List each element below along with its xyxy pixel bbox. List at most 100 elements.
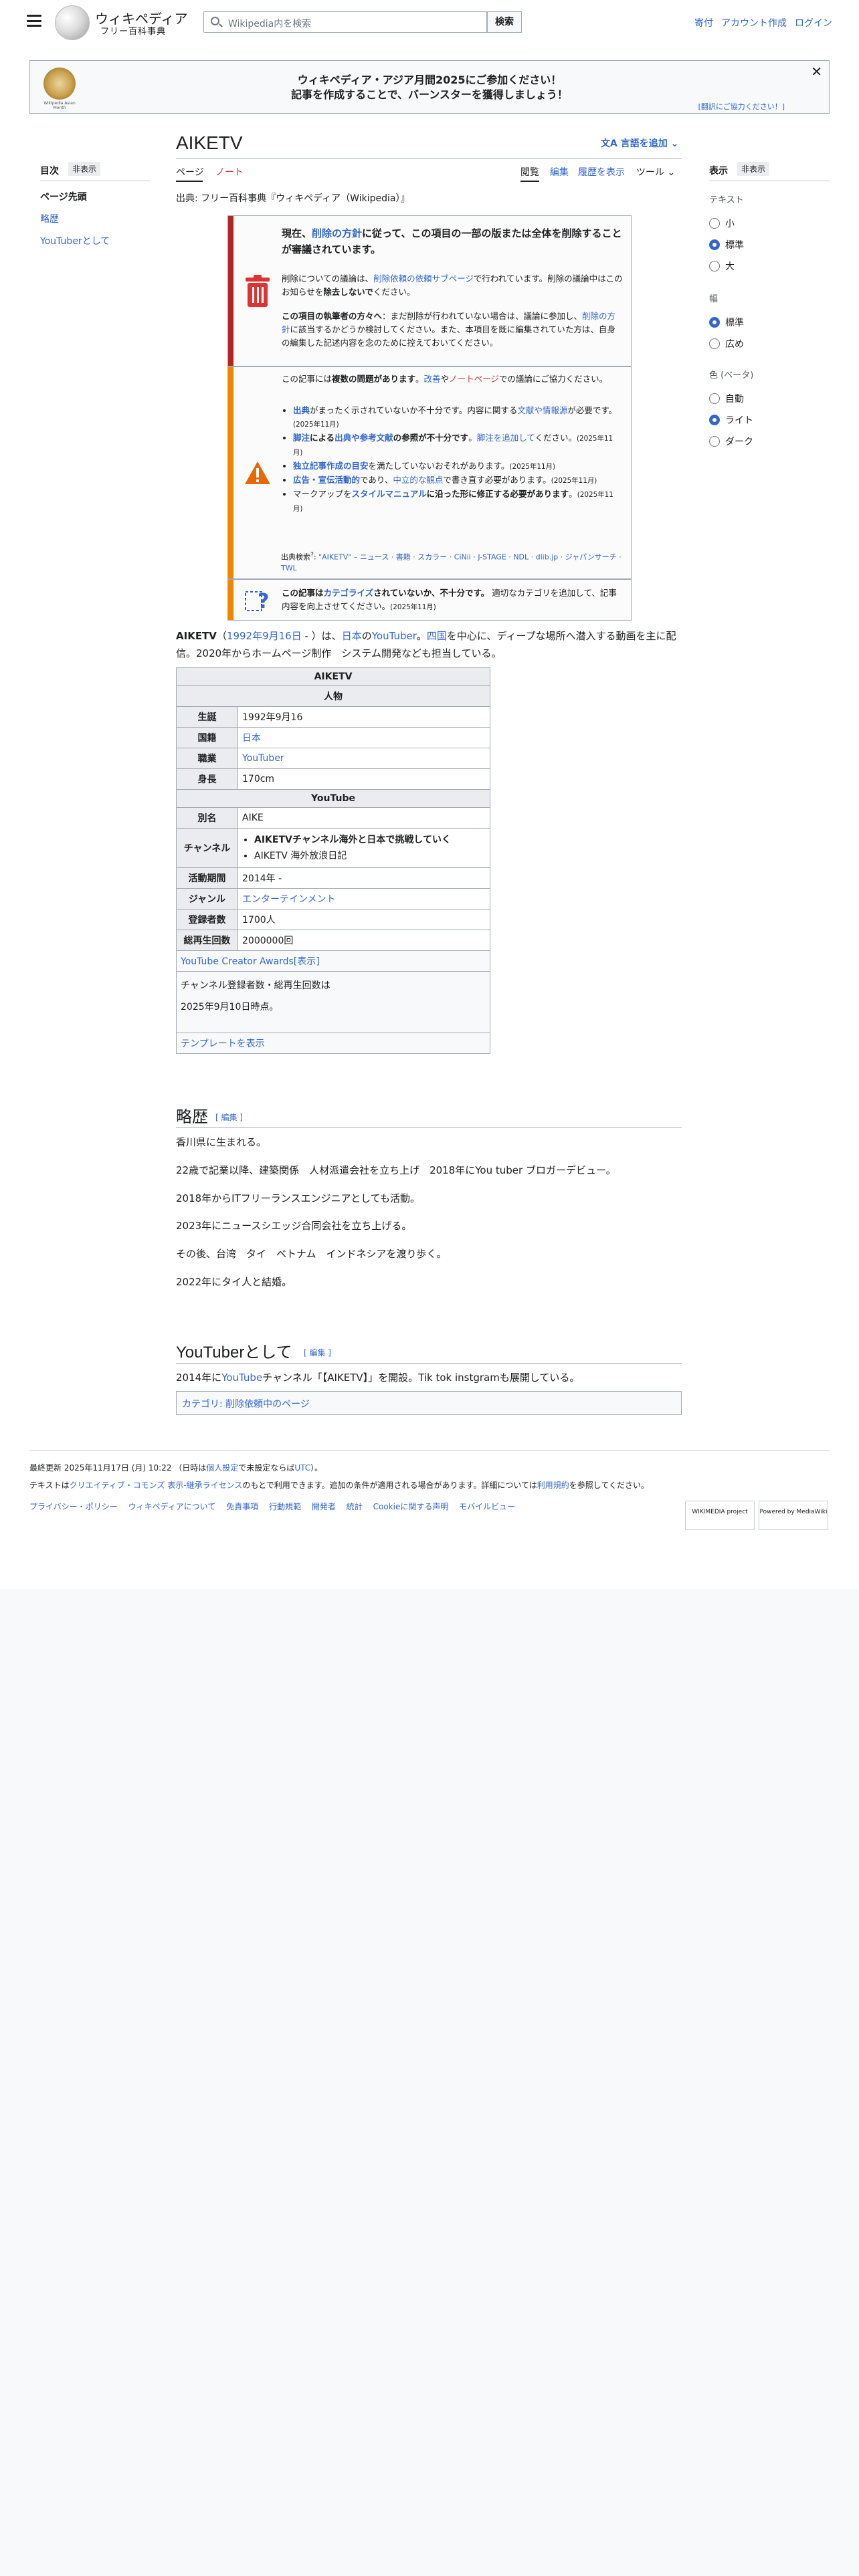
notice-bar: [228, 580, 233, 620]
notability-link[interactable]: 独立記事作成の目安: [293, 461, 369, 471]
talk-page-link[interactable]: ノートページ: [449, 374, 499, 384]
birthdate-link[interactable]: 1992年9月16日: [227, 630, 302, 642]
youtuber-link[interactable]: YouTuber: [372, 630, 417, 642]
text-size-standard[interactable]: 標準: [709, 238, 744, 251]
wikimedia-badge[interactable]: WIKIMEDIA project: [685, 1501, 755, 1530]
infobox-value-link[interactable]: エンターテインメント: [237, 888, 490, 909]
category-links: カテゴリ: 削除依頼中のページ: [176, 1391, 682, 1415]
infobox-label: チャンネル: [176, 828, 238, 868]
width-standard[interactable]: 標準: [709, 316, 744, 329]
footer-link-cookie[interactable]: Cookieに関する声明: [373, 1502, 449, 1511]
wikipedia-globe-logo[interactable]: [55, 5, 90, 40]
svg-text:?: ?: [258, 590, 269, 613]
toc-item-top[interactable]: ページ先頭: [40, 190, 87, 203]
infobox-header-youtube: YouTube: [176, 789, 490, 808]
show-template-link[interactable]: テンプレートを表示: [176, 1033, 490, 1054]
style-manual-link[interactable]: スタイルマニュアル: [352, 489, 427, 499]
tools-menu[interactable]: ツール ⌄: [636, 165, 675, 179]
appearance-hide-button[interactable]: 非表示: [737, 162, 770, 176]
source-search-label: 出典検索: [281, 552, 310, 562]
toc-hide-button[interactable]: 非表示: [68, 162, 101, 176]
trash-icon: [246, 275, 270, 307]
source-search-links[interactable]: "AIKETV" – ニュース · 書籍 · スカラー · CiNii · J-…: [281, 553, 622, 572]
mediawiki-badge[interactable]: Powered by MediaWiki: [759, 1501, 828, 1530]
table-row: 生誕 1992年9月16: [176, 706, 490, 728]
list-item: 独立記事作成の目安を満たしていないおそれがあります。(2025年11月): [293, 459, 622, 473]
page: ウィキペディア フリー百科事典 Wikipedia内を検索 検索 寄付 アカウント…: [0, 0, 859, 1589]
table-row: 総再生回数 2000000回: [176, 930, 490, 951]
tab-history[interactable]: 履歴を表示: [578, 165, 625, 179]
add-languages-button[interactable]: 文A 言語を追加 ⌄: [601, 136, 678, 150]
footer-link-privacy[interactable]: プライバシー・ポリシー: [29, 1502, 118, 1511]
search-input[interactable]: Wikipedia内を検索: [203, 11, 487, 33]
tab-page[interactable]: ページ: [176, 165, 204, 179]
npov-link[interactable]: 中立的な観点: [393, 475, 443, 485]
infobox-value-link[interactable]: YouTuber: [237, 748, 490, 769]
category-deletion-link[interactable]: 削除依頼中のページ: [225, 1399, 310, 1410]
bio-paragraph: 2018年からITフリーランスエンジニアとしても活動。: [176, 1192, 420, 1204]
text-size-large[interactable]: 大: [709, 259, 735, 273]
preferences-link[interactable]: 個人設定: [206, 1463, 238, 1473]
appearance-heading: 表示: [709, 166, 728, 177]
footer-link-statistics[interactable]: 統計: [347, 1502, 363, 1511]
tab-edit[interactable]: 編集: [550, 165, 569, 179]
tab-talk[interactable]: ノート: [215, 165, 244, 179]
citations-link[interactable]: 出典: [293, 405, 310, 415]
search-placeholder: Wikipedia内を検索: [228, 19, 312, 29]
width-wide[interactable]: 広め: [709, 337, 744, 350]
infobox-label: 生誕: [176, 706, 238, 728]
tab-read[interactable]: 閲覧: [520, 165, 539, 179]
infobox-label: ジャンル: [176, 888, 238, 909]
infobox-label: 活動期間: [176, 867, 238, 889]
shikoku-link[interactable]: 四国: [427, 630, 447, 642]
advertising-link[interactable]: 広告・宣伝活動的: [293, 475, 360, 485]
references-link[interactable]: 出典や参考文献: [335, 433, 393, 443]
color-dark[interactable]: ダーク: [709, 435, 753, 448]
edit-section-link[interactable]: [ 編集 ]: [304, 1347, 331, 1358]
main-menu-icon[interactable]: [27, 15, 41, 27]
sources-link[interactable]: 文献や情報源: [517, 405, 567, 415]
infobox-value: 1700人: [237, 909, 490, 930]
youtube-link[interactable]: YouTube: [221, 1372, 262, 1384]
infobox-label: 登録者数: [176, 909, 238, 930]
toc-item-youtuber[interactable]: YouTuberとして: [40, 234, 110, 247]
awards-row[interactable]: YouTube Creator Awards[表示]: [176, 950, 490, 972]
improve-link[interactable]: 改善: [424, 374, 441, 384]
option-label: 標準: [725, 240, 744, 251]
option-label: 小: [725, 219, 735, 229]
categorize-link[interactable]: カテゴライズ: [324, 588, 374, 598]
utc-link[interactable]: UTC: [294, 1463, 310, 1473]
japan-link[interactable]: 日本: [342, 630, 362, 642]
footer-link-about[interactable]: ウィキペディアについて: [128, 1502, 216, 1511]
banner-line-2[interactable]: 記事を作成することで、バーンスターを獲得しましょう！: [30, 88, 829, 102]
search-button[interactable]: 検索: [487, 11, 522, 33]
edit-section-link[interactable]: [ 編集 ]: [215, 1111, 243, 1123]
color-auto[interactable]: 自動: [709, 392, 744, 405]
banner-translate-link[interactable]: [翻訳にご協力ください！]: [698, 101, 785, 112]
option-label: ライト: [725, 415, 753, 426]
create-account-link[interactable]: アカウント作成: [721, 18, 787, 29]
banner-line-1[interactable]: ウィキペディア・アジア月間2025にご参加ください！: [30, 73, 829, 88]
license-link[interactable]: クリエイティブ・コモンズ 表示-継承ライセンス: [70, 1481, 243, 1490]
close-icon[interactable]: ✕: [811, 64, 822, 80]
text-size-small[interactable]: 小: [709, 217, 735, 230]
bio-paragraph: その後、台湾 タイ ベトナム インドネシアを渡り歩く。: [176, 1248, 447, 1260]
infobox-value-link[interactable]: 日本: [237, 727, 490, 748]
footer-link-disclaimer[interactable]: 免責事項: [226, 1502, 258, 1511]
warning-icon: [245, 461, 270, 484]
login-link[interactable]: ログイン: [795, 18, 832, 29]
color-light[interactable]: ライト: [709, 413, 753, 427]
footer-link-developers[interactable]: 開発者: [312, 1502, 336, 1511]
deletion-request-link[interactable]: 削除依頼の依頼サブページ: [373, 274, 474, 284]
toc-item-biography[interactable]: 略歴: [40, 212, 59, 225]
terms-link[interactable]: 利用規約: [537, 1481, 569, 1490]
footer-link-mobile[interactable]: モバイルビュー: [459, 1502, 515, 1511]
footnotes-link[interactable]: 脚注: [293, 433, 310, 443]
footer-link-code-of-conduct[interactable]: 行動規範: [269, 1502, 301, 1511]
add-footnotes-link[interactable]: 脚注を追加して: [477, 433, 535, 443]
categories-link[interactable]: カテゴリ: [182, 1399, 219, 1410]
deletion-policy-link[interactable]: 削除の方針: [312, 227, 362, 239]
awards-link[interactable]: YouTube Creator Awards: [181, 956, 294, 967]
donate-link[interactable]: 寄付: [694, 18, 713, 29]
awards-show-toggle[interactable]: [表示]: [294, 956, 320, 967]
